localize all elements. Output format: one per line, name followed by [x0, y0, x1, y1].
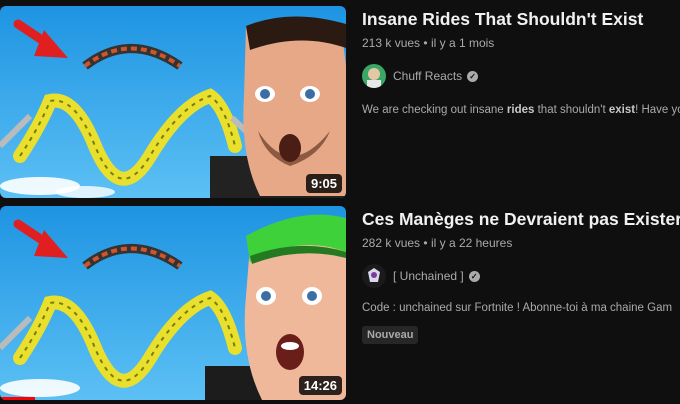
check-circle-icon: ✓ — [467, 70, 479, 82]
upload-age: il y a 22 heures — [430, 236, 513, 250]
thumbnail-image — [0, 6, 346, 198]
description-highlight: exist — [608, 104, 636, 116]
video-stats: 282 k vues • il y a 22 heures — [362, 236, 680, 250]
separator-dot: • — [423, 36, 428, 50]
view-count: 213 k vues — [362, 36, 421, 50]
description-text: that shouldn't — [534, 104, 609, 116]
check-circle-icon: ✓ — [468, 270, 480, 282]
channel-name[interactable]: [ Unchained ] — [393, 269, 464, 283]
channel-link[interactable]: [ Unchained ] ✓ — [362, 264, 680, 288]
channel-avatar[interactable] — [362, 264, 386, 288]
video-title[interactable]: Insane Rides That Shouldn't Exist — [362, 8, 680, 30]
separator-dot: • — [423, 236, 428, 250]
video-description: We are checking out insane rides that sh… — [362, 104, 680, 116]
video-title[interactable]: Ces Manèges ne Devraient pas Exister... — [362, 208, 680, 230]
video-description: Code : unchained sur Fortnite ! Abonne-t… — [362, 302, 673, 314]
video-duration: 14:26 — [298, 376, 342, 395]
video-duration: 9:05 — [305, 174, 342, 193]
video-thumbnail[interactable]: 9:05 — [0, 6, 346, 198]
video-stats: 213 k vues • il y a 1 mois — [362, 36, 680, 50]
avatar-image — [362, 264, 386, 288]
video-item[interactable]: 9:05 Insane Rides That Shouldn't Exist 2… — [0, 0, 680, 200]
channel-avatar[interactable] — [362, 64, 386, 88]
new-badge: Nouveau — [362, 326, 419, 344]
channel-link[interactable]: Chuff Reacts ✓ — [362, 64, 680, 88]
upload-age: il y a 1 mois — [430, 36, 495, 50]
video-item[interactable]: 14:26 Ces Manèges ne Devraient pas Exist… — [0, 204, 680, 404]
video-thumbnail[interactable]: 14:26 — [0, 206, 346, 400]
description-text: ! Have you — [635, 104, 680, 116]
description-highlight: rides — [506, 104, 535, 116]
video-meta: Insane Rides That Shouldn't Exist 213 k … — [362, 0, 680, 116]
watch-progress-bar — [0, 397, 35, 400]
thumbnail-image — [0, 206, 346, 400]
description-text: We are checking out insane — [362, 104, 507, 116]
video-meta: Ces Manèges ne Devraient pas Exister... … — [362, 204, 680, 344]
view-count: 282 k vues — [362, 236, 421, 250]
avatar-image — [362, 64, 386, 88]
channel-name[interactable]: Chuff Reacts — [393, 69, 462, 83]
